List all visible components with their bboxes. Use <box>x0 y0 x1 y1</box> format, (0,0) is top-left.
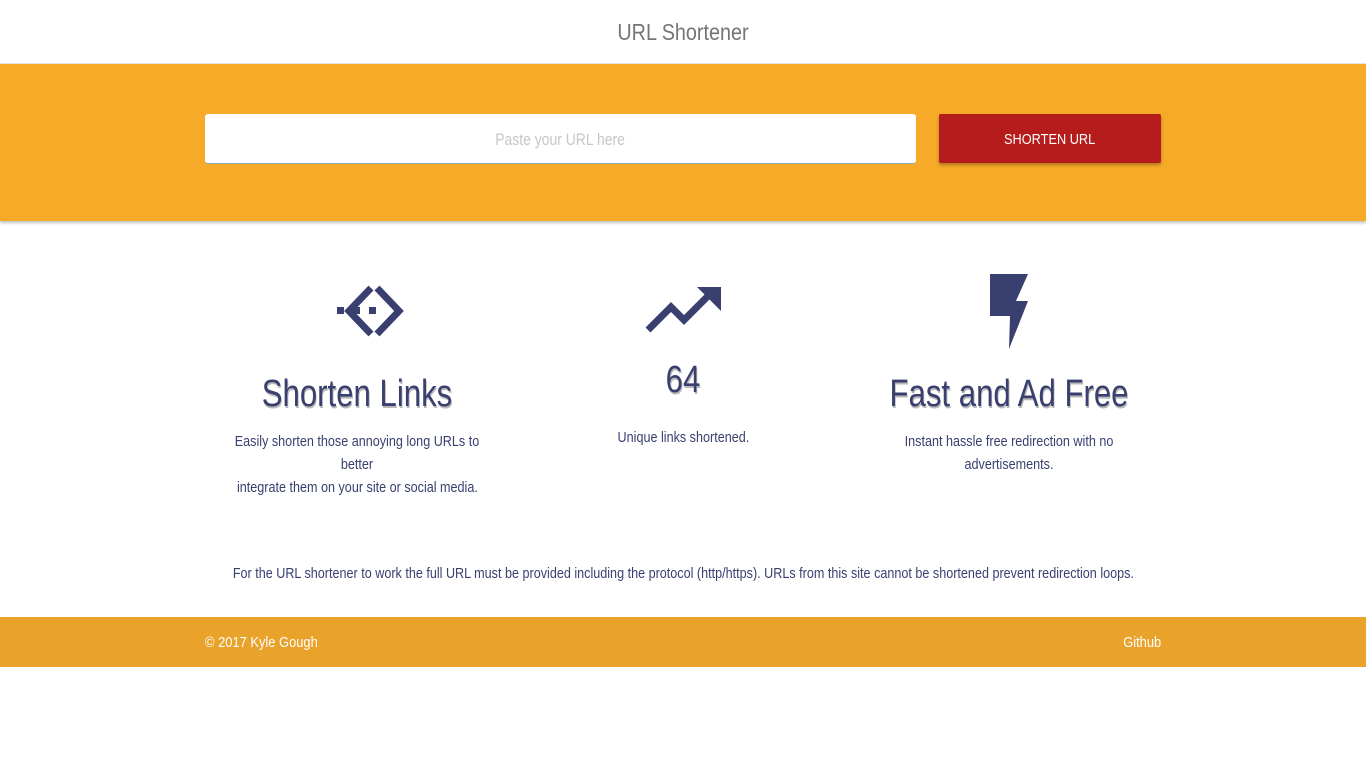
feature-description: Unique links shortened. <box>617 429 749 446</box>
hero-section: Paste your URL here SHORTEN URL <box>0 64 1366 221</box>
usage-note: For the URL shortener to work the full U… <box>232 565 1134 582</box>
shorten-url-button-label: SHORTEN URL <box>1004 131 1096 148</box>
page-title[interactable]: URL Shortener <box>96 0 1271 63</box>
github-link[interactable]: Github <box>1123 617 1161 668</box>
shorten-url-button[interactable]: SHORTEN URL <box>939 114 1161 163</box>
feature-description: Easily shorten those annoying long URLs … <box>234 433 480 496</box>
feature-title: Fast and Ad Free <box>889 373 1129 415</box>
feature-description: Instant hassle free redirection with no … <box>904 433 1114 473</box>
footer: © 2017 Kyle Gough Github <box>0 617 1366 667</box>
trending-up-icon <box>523 265 843 355</box>
code-arrows-icon <box>197 265 517 355</box>
copyright: © 2017 Kyle Gough <box>205 634 318 651</box>
links-count: 64 <box>665 359 701 401</box>
url-input-placeholder: Paste your URL here <box>495 130 626 149</box>
feature-title: Shorten Links <box>261 373 453 415</box>
url-input[interactable]: Paste your URL here <box>205 114 916 164</box>
navbar: URL Shortener <box>0 0 1366 64</box>
lightning-bolt-icon <box>849 265 1169 355</box>
